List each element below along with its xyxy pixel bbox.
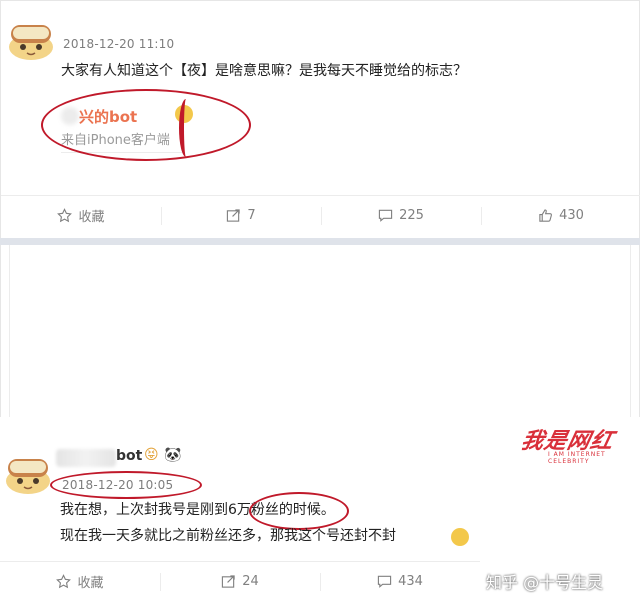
post-text-line-2: 现在我一天多就比之前粉丝还多，那我这个号还封不封 (60, 528, 396, 544)
repost-icon (222, 575, 235, 588)
comment-icon (377, 575, 392, 588)
weibo-post-2: bot 😝 🐼 我是网红 I AM INTERNET CELEBRITY 201… (0, 417, 640, 606)
zhihu-watermark: 知乎 @十号生灵 (486, 573, 604, 592)
repost-count: 24 (242, 574, 259, 589)
comment-button[interactable]: 225 (321, 196, 481, 235)
blank-panel-inner (9, 245, 631, 417)
star-icon (56, 574, 72, 589)
comment-button[interactable]: 434 (320, 562, 480, 601)
blank-panel (0, 245, 640, 417)
post-action-bar: 收藏 24 434 (0, 561, 480, 601)
repost-count: 7 (247, 208, 256, 223)
tongue-emoji-icon: 😝 (144, 447, 159, 463)
like-button[interactable]: 430 (481, 196, 640, 235)
post-text: 大家有人知道这个【夜】是啥意思嘛？是我每天不睡觉给的标志？ (61, 63, 467, 79)
panda-emoji-icon: 🐼 (164, 447, 182, 463)
username[interactable]: bot (116, 448, 142, 464)
watermark-subtitle: I AM INTERNET CELEBRITY (548, 451, 606, 465)
repost-button[interactable]: 24 (160, 562, 320, 601)
favorite-button[interactable]: 收藏 (1, 196, 161, 235)
favorite-button[interactable]: 收藏 (0, 562, 160, 601)
sweat-emoji-icon (451, 528, 469, 546)
user-avatar[interactable] (2, 453, 54, 495)
like-count: 430 (559, 208, 584, 223)
annotation-mark (179, 99, 193, 157)
star-icon (57, 208, 73, 223)
feed-separator (0, 238, 640, 245)
repost-button[interactable]: 7 (161, 196, 321, 235)
post-timestamp[interactable]: 2018-12-20 11:10 (63, 37, 174, 51)
user-avatar[interactable] (5, 19, 57, 61)
blurred-username (56, 449, 116, 467)
favorite-label: 收藏 (78, 210, 105, 225)
comment-count: 434 (398, 574, 423, 589)
thumbs-up-icon (539, 209, 553, 222)
annotation-circle (50, 471, 202, 499)
annotation-circle (41, 89, 251, 161)
post-action-bar: 收藏 7 225 430 (1, 195, 640, 235)
comment-icon (378, 209, 393, 222)
comment-count: 225 (399, 208, 424, 223)
repost-icon (227, 209, 241, 222)
weibo-post-1: 2018-12-20 11:10 大家有人知道这个【夜】是啥意思嘛？是我每天不睡… (0, 0, 640, 238)
favorite-label: 收藏 (77, 576, 104, 591)
